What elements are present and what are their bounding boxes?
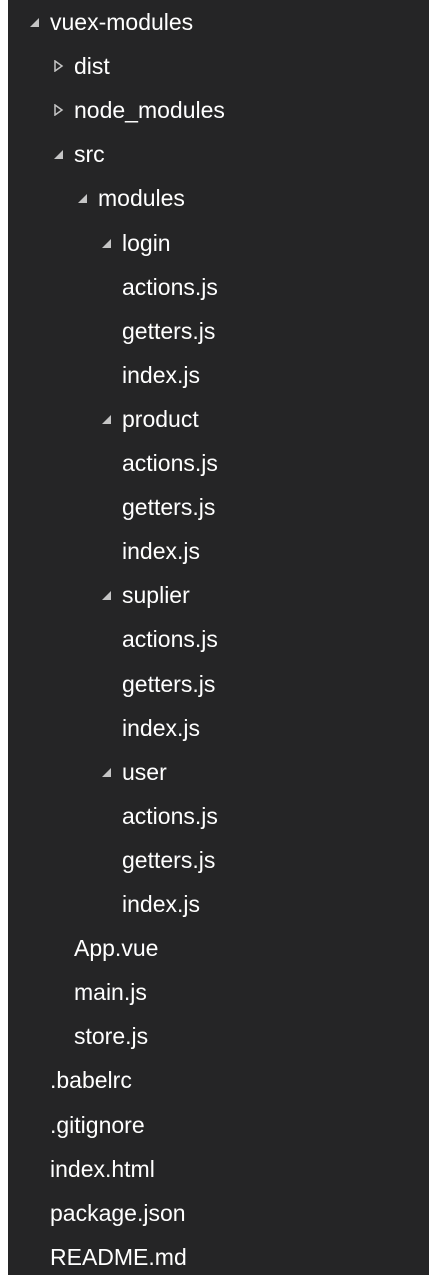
expanded-chevron-icon[interactable] bbox=[74, 176, 90, 220]
expanded-chevron-icon[interactable] bbox=[98, 573, 114, 617]
folder-item[interactable]: product bbox=[8, 397, 429, 441]
file-name: actions.js bbox=[122, 626, 218, 653]
folder-name: suplier bbox=[122, 582, 190, 609]
folder-name: product bbox=[122, 405, 199, 432]
file-name: index.js bbox=[122, 714, 200, 741]
file-name: getters.js bbox=[122, 317, 216, 344]
expanded-chevron-icon[interactable] bbox=[50, 132, 66, 176]
file-item[interactable]: .babelrc bbox=[8, 1058, 429, 1102]
file-item[interactable]: actions.js bbox=[8, 441, 429, 485]
collapsed-chevron-icon[interactable] bbox=[50, 44, 66, 88]
folder-name: modules bbox=[98, 185, 185, 212]
folder-name: login bbox=[122, 229, 171, 256]
file-item[interactable]: main.js bbox=[8, 970, 429, 1014]
file-name: actions.js bbox=[122, 802, 218, 829]
file-item[interactable]: App.vue bbox=[8, 926, 429, 970]
file-item[interactable]: getters.js bbox=[8, 309, 429, 353]
file-item[interactable]: actions.js bbox=[8, 617, 429, 661]
folder-name: src bbox=[74, 141, 105, 168]
file-item[interactable]: package.json bbox=[8, 1191, 429, 1235]
file-name: getters.js bbox=[122, 670, 216, 697]
file-name: package.json bbox=[50, 1199, 186, 1226]
file-item[interactable]: index.html bbox=[8, 1147, 429, 1191]
file-name: index.js bbox=[122, 891, 200, 917]
folder-item[interactable]: modules bbox=[8, 176, 429, 220]
folder-name: user bbox=[122, 758, 167, 785]
file-name: actions.js bbox=[122, 273, 218, 300]
file-item[interactable]: .gitignore bbox=[8, 1103, 429, 1147]
file-item[interactable]: actions.js bbox=[8, 265, 429, 309]
folder-item[interactable]: vuex-modules bbox=[8, 0, 429, 44]
file-name: .babelrc bbox=[50, 1067, 132, 1094]
file-name: store.js bbox=[74, 1023, 149, 1050]
file-name: README.md bbox=[50, 1243, 187, 1270]
folder-name: vuex-modules bbox=[50, 9, 194, 35]
expanded-chevron-icon[interactable] bbox=[98, 221, 114, 265]
file-name: getters.js bbox=[122, 846, 216, 873]
file-name: index.js bbox=[122, 538, 200, 565]
folder-item[interactable]: suplier bbox=[8, 573, 429, 617]
file-name: main.js bbox=[74, 979, 147, 1006]
file-item[interactable]: index.js bbox=[8, 706, 429, 750]
folder-name: node_modules bbox=[74, 97, 225, 124]
folder-item[interactable]: src bbox=[8, 132, 429, 176]
expanded-chevron-icon[interactable] bbox=[98, 397, 114, 441]
file-item[interactable]: index.js bbox=[8, 529, 429, 573]
file-name: App.vue bbox=[74, 935, 159, 962]
file-item[interactable]: index.js bbox=[8, 882, 429, 926]
file-item[interactable]: README.md bbox=[8, 1235, 429, 1279]
collapsed-chevron-icon[interactable] bbox=[50, 88, 66, 132]
file-item[interactable]: actions.js bbox=[8, 794, 429, 838]
file-name: .gitignore bbox=[50, 1111, 145, 1138]
file-explorer: vuex-modules dist node_modulessrc modules lo… bbox=[0, 0, 436, 1275]
expanded-chevron-icon[interactable] bbox=[26, 0, 42, 44]
file-name: index.js bbox=[122, 361, 200, 388]
folder-item[interactable]: user bbox=[8, 750, 429, 794]
folder-item[interactable]: dist bbox=[8, 44, 429, 88]
file-item[interactable]: store.js bbox=[8, 1014, 429, 1058]
folder-item[interactable]: login bbox=[8, 221, 429, 265]
file-name: index.html bbox=[50, 1155, 155, 1182]
file-name: getters.js bbox=[122, 494, 216, 521]
expanded-chevron-icon[interactable] bbox=[98, 750, 114, 794]
file-item[interactable]: getters.js bbox=[8, 838, 429, 882]
folder-item[interactable]: node_modules bbox=[8, 88, 429, 132]
file-item[interactable]: getters.js bbox=[8, 485, 429, 529]
file-name: actions.js bbox=[122, 450, 218, 476]
explorer-panel: vuex-modules dist node_modulessrc modules lo… bbox=[8, 0, 429, 1275]
file-item[interactable]: index.js bbox=[8, 353, 429, 397]
folder-name: dist bbox=[74, 53, 110, 80]
file-item[interactable]: getters.js bbox=[8, 662, 429, 706]
